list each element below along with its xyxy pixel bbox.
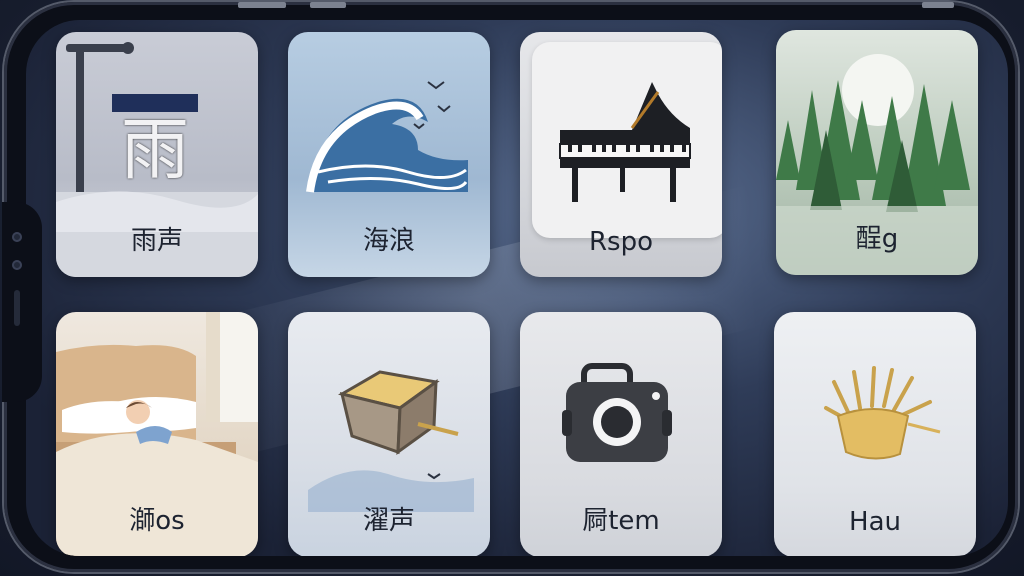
tile-label: 雨声	[130, 226, 183, 256]
phone-frame: 雨 雨声 海浪 Rspo 酲g 溮os 濯声 屙tem Hau	[2, 2, 1018, 572]
top-button	[238, 2, 286, 8]
tile-ocean-waves[interactable]: 海浪	[288, 32, 490, 277]
tile-rain[interactable]: 雨 雨声	[56, 32, 258, 277]
tile-label: 屙tem	[582, 506, 660, 536]
top-button	[310, 2, 346, 8]
rain-glyph: 雨	[120, 111, 189, 190]
speaker-slot	[14, 290, 20, 326]
tile-camera[interactable]: 屙tem	[520, 312, 722, 556]
tile-label: 海浪	[362, 226, 415, 256]
top-button	[922, 2, 954, 8]
camera-notch	[2, 202, 42, 402]
tile-label: 酲g	[855, 224, 899, 254]
tile-piano[interactable]: Rspo	[520, 32, 722, 277]
tile-bundle[interactable]: Hau	[774, 312, 976, 556]
sensor-icon	[12, 260, 22, 270]
screen: 雨 雨声 海浪 Rspo 酲g 溮os 濯声 屙tem Hau	[26, 20, 1008, 556]
tile-label: 溮os	[129, 506, 185, 536]
tile-label: Rspo	[588, 227, 654, 257]
tile-forest[interactable]: 酲g	[776, 30, 978, 275]
front-camera-icon	[12, 232, 22, 242]
tile-label: 濯声	[362, 506, 415, 536]
tile-box[interactable]: 濯声	[288, 312, 490, 556]
tile-label: Hau	[849, 507, 901, 537]
tile-bedroom[interactable]: 溮os	[56, 312, 258, 556]
